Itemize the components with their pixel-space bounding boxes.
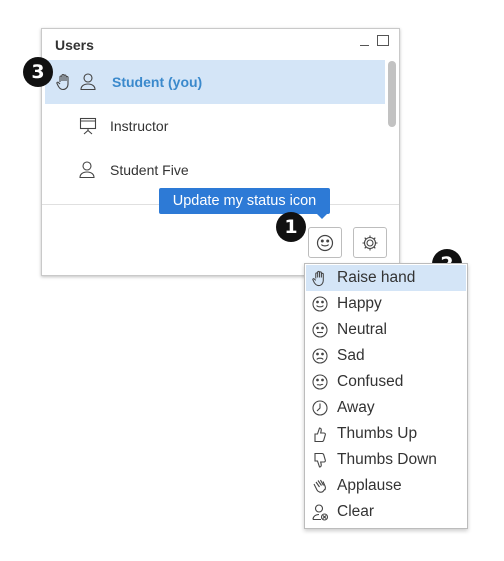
user-row-instructor[interactable]: Instructor — [45, 104, 385, 148]
thumbs-down-icon — [312, 452, 328, 468]
smiley-icon — [316, 234, 334, 251]
maximize-button[interactable] — [377, 35, 389, 46]
neutral-icon — [312, 322, 328, 338]
menu-item-thumbs-up[interactable]: Thumbs Up — [306, 421, 466, 447]
menu-item-label: Sad — [337, 347, 365, 364]
menu-item-label: Confused — [337, 373, 404, 390]
menu-item-clear[interactable]: Clear — [306, 499, 466, 525]
menu-item-applause[interactable]: Applause — [306, 473, 466, 499]
presentation-icon — [79, 117, 97, 135]
user-row-student-you[interactable]: Student (you) — [45, 60, 385, 104]
settings-button[interactable] — [353, 227, 387, 258]
scrollbar-thumb[interactable] — [388, 61, 396, 127]
menu-item-label: Raise hand — [337, 269, 416, 286]
menu-item-label: Thumbs Down — [337, 451, 437, 468]
menu-item-label: Happy — [337, 295, 382, 312]
gear-icon — [362, 235, 378, 250]
thumbs-up-icon — [312, 426, 328, 443]
menu-item-label: Neutral — [337, 321, 387, 338]
sad-icon — [312, 348, 328, 364]
menu-item-happy[interactable]: Happy — [306, 291, 466, 317]
menu-item-label: Away — [337, 399, 375, 416]
minimize-button[interactable] — [360, 35, 369, 46]
callout-badge-1: 1 — [276, 212, 306, 242]
raise-hand-icon — [56, 73, 73, 91]
status-tooltip: Update my status icon — [159, 188, 330, 214]
users-panel: Users Student (you) Instructor Student F… — [41, 28, 400, 276]
menu-item-neutral[interactable]: Neutral — [306, 317, 466, 343]
person-icon — [80, 73, 96, 91]
happy-icon — [312, 296, 328, 312]
applause-icon — [312, 478, 328, 494]
window-controls — [360, 35, 389, 46]
confused-icon — [312, 374, 328, 390]
menu-item-sad[interactable]: Sad — [306, 343, 466, 369]
menu-item-confused[interactable]: Confused — [306, 369, 466, 395]
user-name: Student (you) — [112, 74, 203, 90]
user-list: Student (you) Instructor Student Five — [45, 60, 385, 194]
callout-badge-3: 3 — [23, 57, 53, 87]
user-name: Student Five — [110, 162, 189, 178]
menu-item-label: Thumbs Up — [337, 425, 418, 442]
user-name: Instructor — [110, 118, 169, 134]
menu-item-label: Applause — [337, 477, 402, 494]
menu-item-raise-hand[interactable]: Raise hand — [306, 265, 466, 291]
tooltip-arrow — [316, 213, 328, 219]
user-row-student-five[interactable]: Student Five — [45, 148, 385, 192]
clock-icon — [312, 400, 328, 416]
status-icon-button[interactable] — [308, 227, 342, 258]
menu-item-away[interactable]: Away — [306, 395, 466, 421]
raise-hand-icon — [312, 270, 328, 287]
panel-title: Users — [55, 37, 94, 53]
menu-item-label: Clear — [337, 503, 375, 520]
menu-item-thumbs-down[interactable]: Thumbs Down — [306, 447, 466, 473]
status-menu: Raise hand Happy Neutral Sad Confused Aw… — [304, 263, 468, 529]
clear-status-icon — [312, 504, 329, 521]
user-list-scrollbar[interactable] — [387, 61, 397, 194]
person-icon — [79, 161, 95, 179]
